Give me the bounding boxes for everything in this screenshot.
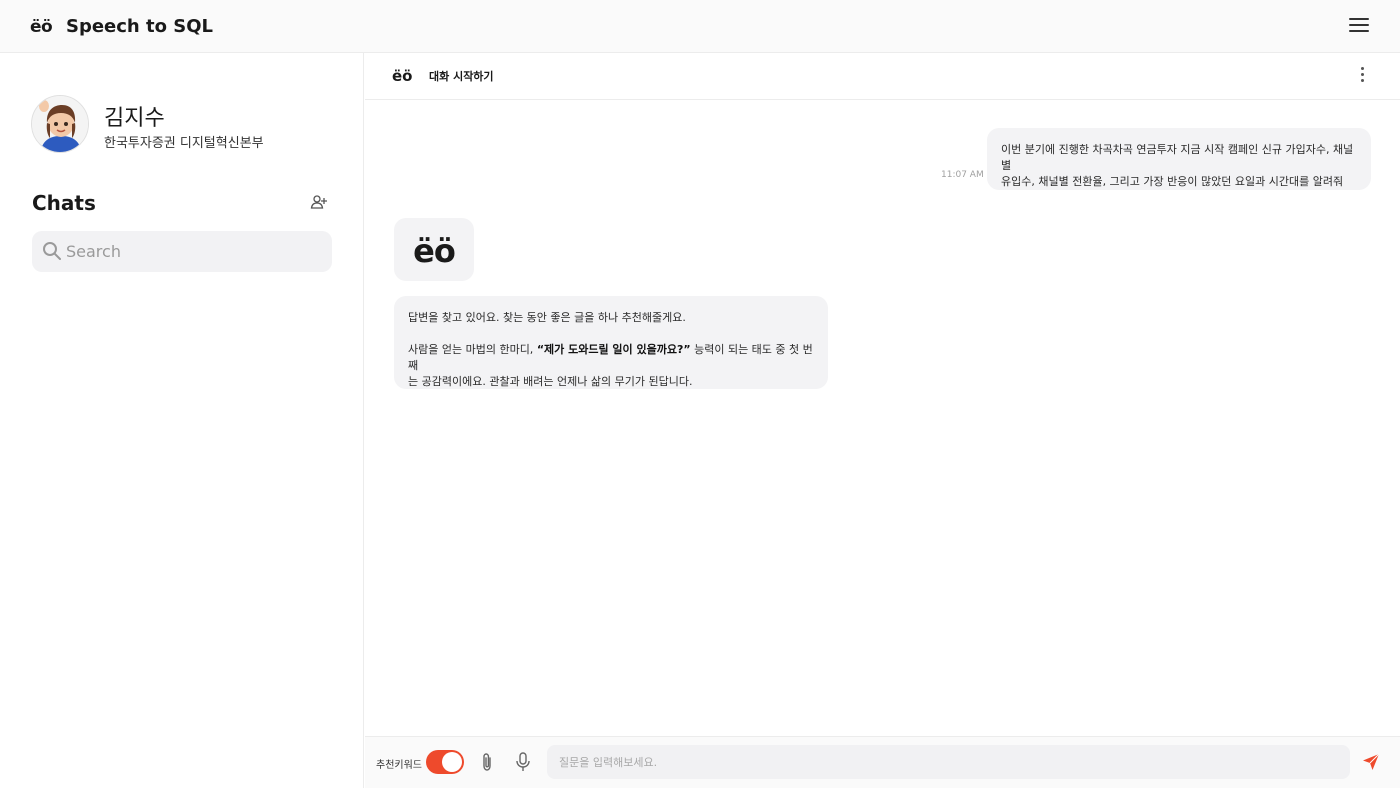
bot-message-line: 답변을 찾고 있어요. 찾는 동안 좋은 글을 하나 추천해줄게요.: [408, 311, 686, 324]
message-input-box: [547, 745, 1350, 779]
more-vertical-icon[interactable]: [1359, 67, 1365, 85]
bot-message-highlight: “제가 도와드릴 일이 있을까요?”: [536, 343, 691, 356]
chat-header: ëö 대화 시작하기: [365, 53, 1400, 100]
app-logo: ëö: [30, 17, 53, 37]
app-header: ëö Speech to SQL: [0, 0, 1400, 53]
search-box: [32, 231, 332, 272]
chats-heading: Chats: [32, 191, 96, 215]
bot-message-paragraph: 사람을 얻는 마법의 한마디, “제가 도와드릴 일이 있을까요?” 능력이 되…: [408, 342, 814, 374]
sidebar: 김지수 한국투자증권 디지털혁신본부 Chats: [0, 53, 364, 788]
avatar: [31, 95, 89, 153]
bot-logo: ëö: [413, 232, 456, 270]
microphone-icon[interactable]: [515, 752, 531, 772]
keyword-toggle-label: 추천키워드: [376, 760, 422, 771]
chat-logo: ëö: [392, 67, 413, 85]
composer-bar: 추천키워드: [365, 736, 1400, 788]
user-message-line: 유입수, 채널별 전환율, 그리고 가장 반응이 많았던 요일과 시간대를 알려…: [1001, 175, 1344, 188]
keyword-toggle[interactable]: [426, 750, 464, 774]
search-input[interactable]: [66, 231, 322, 272]
user-name: 김지수: [104, 106, 165, 131]
user-message-bubble: 이번 분기에 진행한 차곡차곡 연금투자 지금 시작 캠페인 신규 가입자수, …: [987, 128, 1371, 190]
hamburger-menu-icon[interactable]: [1349, 18, 1369, 34]
bot-message-bubble: 답변을 찾고 있어요. 찾는 동안 좋은 글을 하나 추천해줄게요. 사람을 얻…: [394, 296, 828, 389]
paperclip-icon[interactable]: [479, 752, 495, 772]
search-icon: [42, 241, 62, 261]
bot-message-line: 는 공감력이에요. 관찰과 배려는 언제나 삶의 무기가 된답니다.: [408, 375, 693, 388]
bot-avatar: ëö: [394, 218, 474, 281]
toggle-knob: [442, 752, 462, 772]
send-icon[interactable]: [1362, 753, 1380, 771]
chat-title: 대화 시작하기: [429, 70, 494, 83]
add-user-icon[interactable]: [310, 194, 328, 210]
user-message-line: 이번 분기에 진행한 차곡차곡 연금투자 지금 시작 캠페인 신규 가입자수, …: [1001, 143, 1354, 172]
user-department: 한국투자증권 디지털혁신본부: [104, 136, 264, 151]
message-timestamp: 11:07 AM: [941, 170, 984, 180]
message-input[interactable]: [559, 745, 1339, 779]
app-title: Speech to SQL: [66, 16, 213, 37]
bot-message-text: 사람을 얻는 마법의 한마디,: [408, 343, 537, 356]
